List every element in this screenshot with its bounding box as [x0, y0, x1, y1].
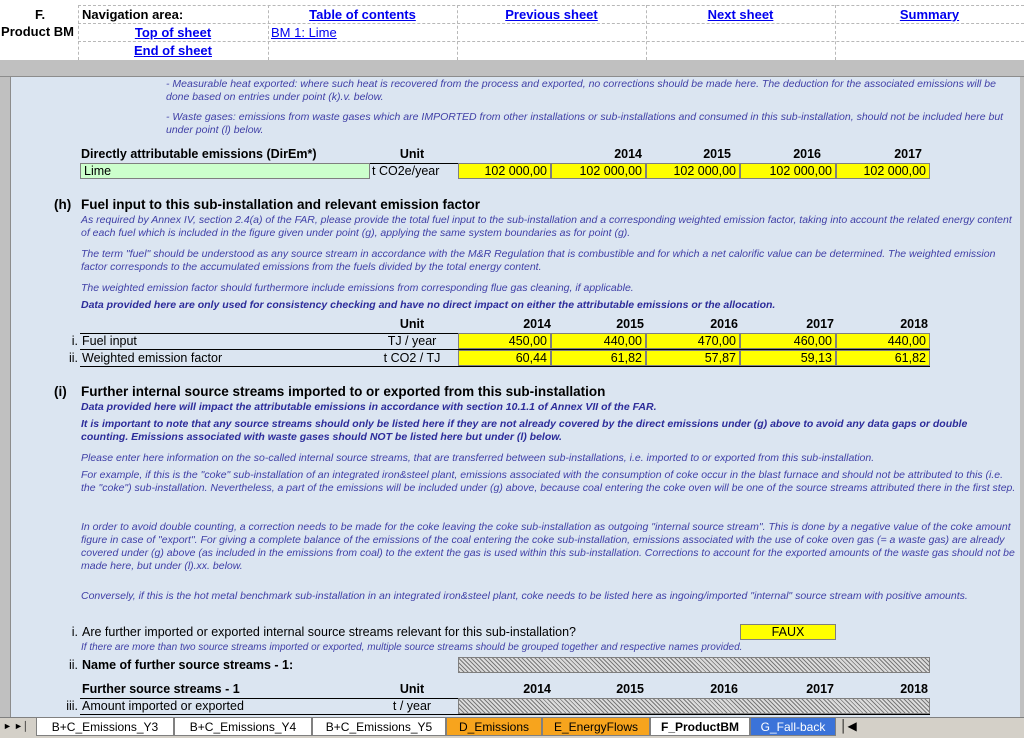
fuel-input-2018[interactable]: 440,00	[836, 333, 930, 349]
r3-unit: t / year	[392, 699, 432, 713]
section-i-bold-2: It is important to note that any source …	[81, 418, 968, 443]
section-i-title: Further internal source streams imported…	[81, 384, 606, 399]
end-of-sheet-link[interactable]: End of sheet	[78, 42, 268, 59]
h-row-1-label: Fuel input	[82, 334, 137, 348]
direm-year-2015: 2015	[703, 147, 731, 161]
fuel-input-2016[interactable]: 470,00	[646, 333, 740, 349]
direm-row-label: Lime	[80, 163, 370, 179]
source-stream-name-field	[458, 657, 930, 673]
h-year-2018: 2018	[900, 317, 928, 331]
h-row-1-unit: TJ / year	[387, 334, 437, 348]
tab-d-emissions[interactable]: D_Emissions	[446, 718, 542, 736]
h-row-2-num: ii.	[68, 351, 78, 365]
summary-link[interactable]: Summary	[835, 6, 1024, 23]
tab-f-productbm[interactable]: F_ProductBM	[650, 718, 750, 736]
direm-value-2016[interactable]: 102 000,00	[646, 163, 740, 179]
section-h-para-4: Data provided here are only used for con…	[81, 299, 776, 311]
waste-gases-note: - Waste gases: emissions from waste gase…	[166, 111, 1004, 136]
tab-scroll-prev-icon[interactable]: ►	[3, 721, 12, 731]
row-group-strip	[0, 77, 11, 717]
section-i-bold-1: Data provided here will impact the attri…	[81, 401, 657, 413]
heat-exported-note: - Measurable heat exported: where such h…	[166, 78, 996, 103]
h-year-2015: 2015	[616, 317, 644, 331]
i-year-2018: 2018	[900, 682, 928, 696]
h-year-2016: 2016	[710, 317, 738, 331]
bm-lime-link[interactable]: BM 1: Lime	[271, 24, 337, 41]
fuel-input-2017[interactable]: 460,00	[740, 333, 836, 349]
r3-label: Amount imported or exported	[82, 699, 244, 713]
i-year-2016: 2016	[710, 682, 738, 696]
top-of-sheet-link[interactable]: Top of sheet	[78, 24, 268, 41]
tab-g-fall-back[interactable]: G_Fall-back	[750, 718, 836, 736]
emission-factor-2015[interactable]: 61,82	[551, 350, 646, 366]
section-h-title: Fuel input to this sub-installation and …	[81, 197, 481, 212]
section-i-para-4: Conversely, if this is the hot metal ben…	[81, 590, 968, 602]
direm-value-2014[interactable]: 102 000,00	[458, 163, 551, 179]
fuel-input-2015[interactable]: 440,00	[551, 333, 646, 349]
h-year-2017: 2017	[806, 317, 834, 331]
amount-imported-fields	[458, 698, 930, 714]
i-year-2017: 2017	[806, 682, 834, 696]
direm-year-2016: 2016	[793, 147, 821, 161]
section-i-letter: (i)	[54, 384, 67, 399]
section-i-para-2: For example, if this is the "coke" sub-i…	[81, 469, 1016, 494]
section-letter: F.	[34, 7, 46, 22]
direm-value-2015[interactable]: 102 000,00	[551, 163, 646, 179]
direm-year-2014: 2014	[614, 147, 642, 161]
direm-unit-header: Unit	[399, 147, 425, 161]
section-h-para-1: As required by Annex IV, section 2.4(a) …	[81, 214, 1012, 239]
h-row-2-label: Weighted emission factor	[82, 351, 223, 365]
emission-factor-2017[interactable]: 59,13	[740, 350, 836, 366]
direm-value-2018[interactable]: 102 000,00	[836, 163, 930, 179]
tab-b-c-emissions-y3[interactable]: B+C_Emissions_Y3	[36, 718, 174, 736]
direm-year-2017: 2017	[894, 147, 922, 161]
frozen-divider	[0, 60, 1024, 77]
previous-sheet-link[interactable]: Previous sheet	[457, 6, 646, 23]
next-sheet-link[interactable]: Next sheet	[646, 6, 835, 23]
i-year-2015: 2015	[616, 682, 644, 696]
section-h-para-2: The term "fuel" should be understood as …	[81, 248, 996, 273]
emission-factor-2014[interactable]: 60,44	[458, 350, 551, 366]
direm-row-unit: t CO2e/year	[372, 164, 440, 178]
section-h-para-3: The weighted emission factor should furt…	[81, 282, 634, 294]
q2-num: ii.	[68, 658, 78, 672]
direm-value-2017[interactable]: 102 000,00	[740, 163, 836, 179]
q1-dropdown[interactable]: FAUX	[740, 624, 836, 640]
table-of-contents-link[interactable]: Table of contents	[268, 6, 457, 23]
i-unit-header: Unit	[399, 682, 425, 696]
q1-note: If there are more than two source stream…	[81, 642, 743, 653]
fuel-input-2014[interactable]: 450,00	[458, 333, 551, 349]
q1-text: Are further imported or exported interna…	[82, 625, 576, 639]
emission-factor-2018[interactable]: 61,82	[836, 350, 930, 366]
tab-e-energyflows[interactable]: E_EnergyFlows	[542, 718, 650, 736]
navigation-area: F. Product BM Navigation area: Table of …	[0, 0, 1024, 60]
section-i-para-3: In order to avoid double counting, a cor…	[81, 521, 1015, 572]
right-edge-strip	[1020, 77, 1024, 717]
direm-header: Directly attributable emissions (DirEm*)	[81, 147, 317, 161]
navigation-title: Navigation area:	[82, 7, 184, 22]
h-row-1-num: i.	[71, 334, 78, 348]
section-name: Product BM	[1, 24, 74, 39]
sheet-tab-bar: ► ►│ B+C_Emissions_Y3 B+C_Emissions_Y4 B…	[0, 717, 1024, 738]
tab-split-handle-icon[interactable]: │◀	[840, 719, 857, 733]
tab-b-c-emissions-y5[interactable]: B+C_Emissions_Y5	[312, 718, 446, 736]
section-h-letter: (h)	[54, 197, 72, 212]
tab-scroll-last-icon[interactable]: ►│	[14, 721, 29, 731]
h-row-2-unit: t CO2 / TJ	[383, 351, 441, 365]
q2-text: Name of further source streams - 1:	[82, 658, 294, 672]
emission-factor-2016[interactable]: 57,87	[646, 350, 740, 366]
q1-num: i.	[71, 625, 78, 639]
tab-b-c-emissions-y4[interactable]: B+C_Emissions_Y4	[174, 718, 312, 736]
i-year-2014: 2014	[523, 682, 551, 696]
r3-num: iii.	[66, 699, 78, 713]
sheet-content: - Measurable heat exported: where such h…	[0, 77, 1024, 717]
h-year-2014: 2014	[523, 317, 551, 331]
section-i-para-1: Please enter here information on the so-…	[81, 452, 875, 464]
h-unit-header: Unit	[399, 317, 425, 331]
further-source-header: Further source streams - 1	[82, 682, 240, 696]
